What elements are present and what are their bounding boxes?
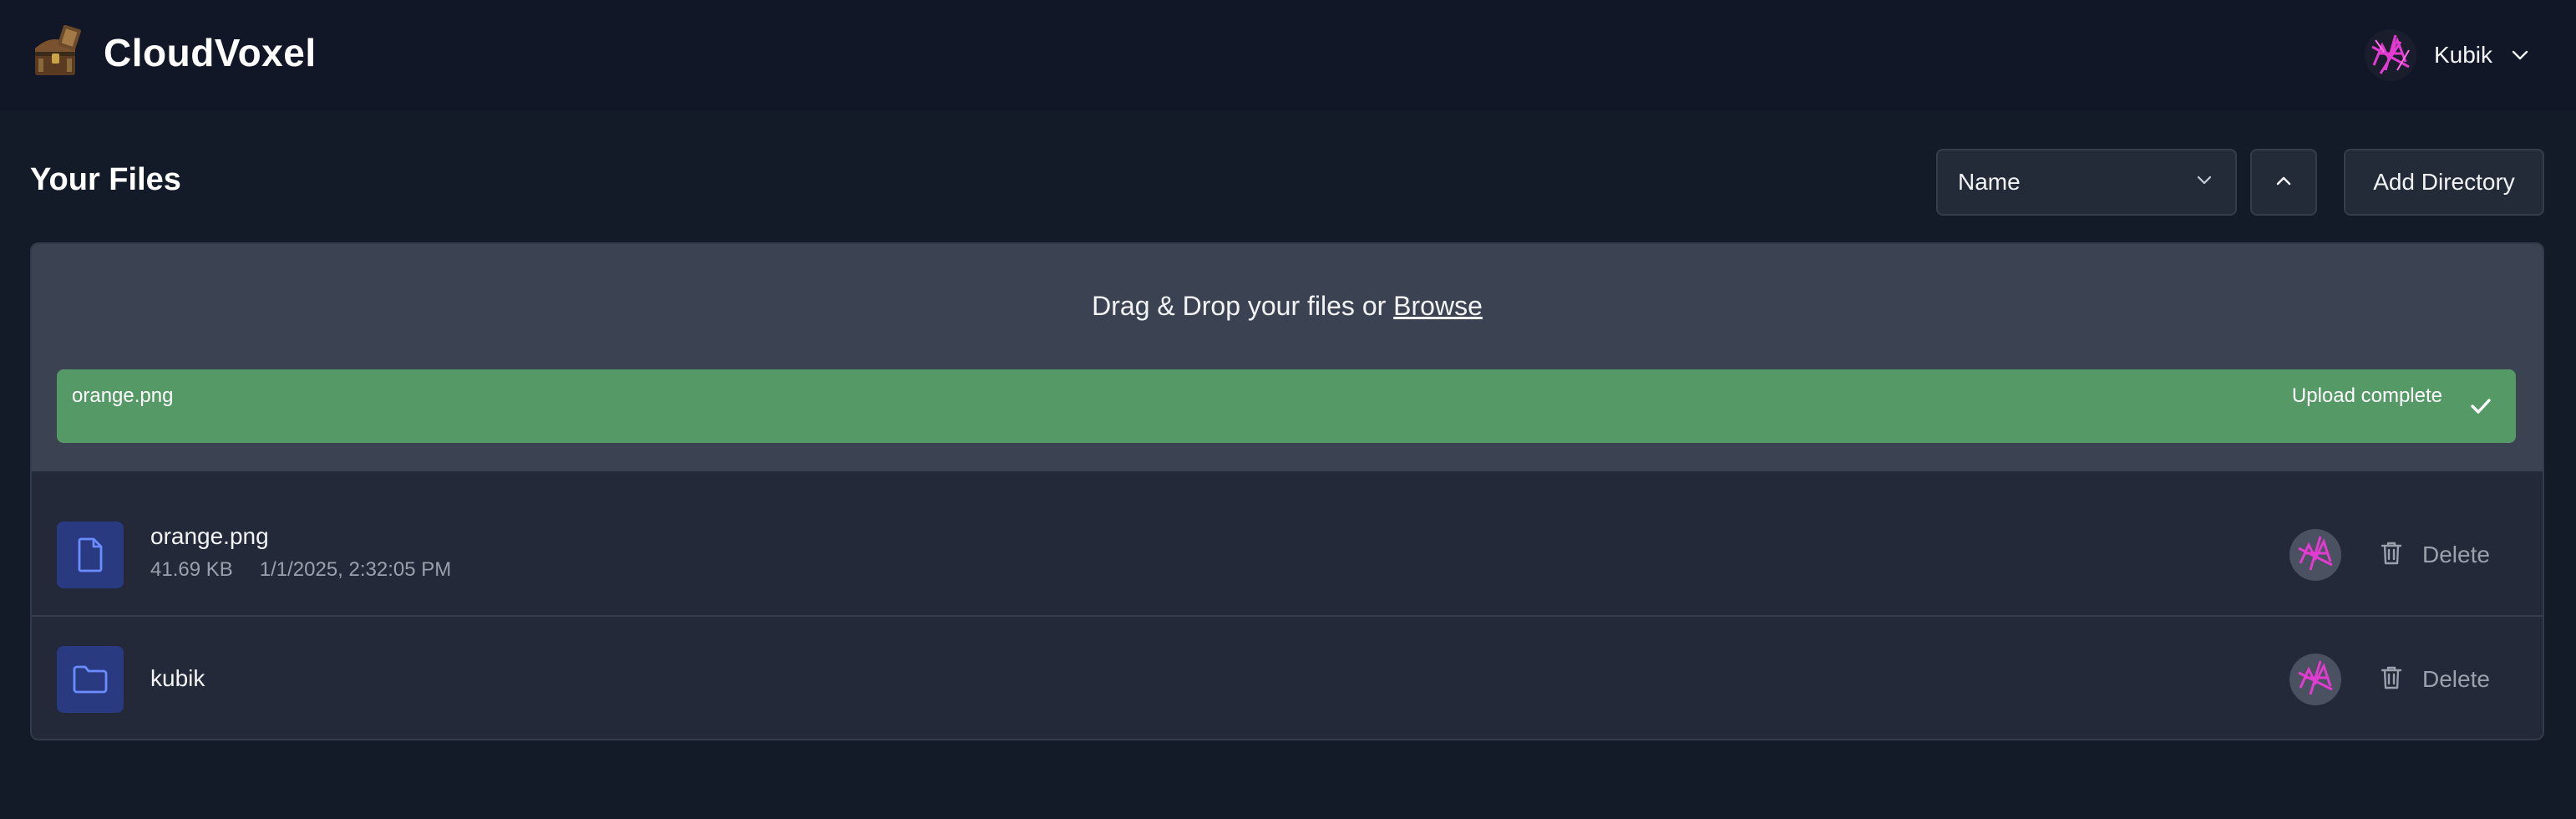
- user-name: Kubik: [2433, 42, 2492, 68]
- upload-progress-item: orange.png Upload complete: [57, 369, 2516, 443]
- chevron-down-icon: [2193, 170, 2215, 196]
- file-size: 41.69 KB: [150, 558, 233, 581]
- delete-button[interactable]: Delete: [2379, 540, 2490, 571]
- dropzone[interactable]: Drag & Drop your files or Browse orange.…: [32, 244, 2543, 471]
- folder-row[interactable]: kubik Delete: [32, 618, 2543, 739]
- upload-status: Upload complete: [2291, 384, 2442, 407]
- dropzone-text: Drag & Drop your files or Browse: [32, 291, 2543, 322]
- check-icon: [2466, 391, 2496, 421]
- user-avatar: [2364, 28, 2417, 82]
- top-bar: CloudVoxel Kubik: [0, 0, 2576, 110]
- owner-avatar: [2289, 528, 2342, 582]
- delete-label: Delete: [2422, 666, 2490, 692]
- folder-icon: [57, 646, 124, 713]
- app-title: CloudVoxel: [104, 31, 317, 74]
- treasure-chest-icon: [30, 24, 82, 80]
- upload-file-name: orange.png: [72, 384, 174, 407]
- dropzone-instruction: Drag & Drop your files or: [1092, 291, 1387, 321]
- add-directory-button[interactable]: Add Directory: [2344, 149, 2544, 216]
- browse-link[interactable]: Browse: [1393, 291, 1483, 321]
- sort-direction-button[interactable]: [2250, 149, 2317, 216]
- file-row[interactable]: orange.png 41.69 KB 1/1/2025, 2:32:05 PM…: [32, 495, 2543, 617]
- folder-name[interactable]: kubik: [150, 665, 205, 692]
- owner-avatar: [2289, 653, 2342, 706]
- sort-selected-value: Name: [1958, 169, 2021, 195]
- trash-icon: [2379, 540, 2404, 571]
- page-title: Your Files: [30, 162, 181, 197]
- file-name[interactable]: orange.png: [150, 523, 269, 550]
- file-meta: 41.69 KB 1/1/2025, 2:32:05 PM: [150, 558, 451, 582]
- chevron-up-icon: [2273, 170, 2295, 196]
- file-modified: 1/1/2025, 2:32:05 PM: [259, 558, 452, 581]
- user-menu[interactable]: Kubik: [2364, 25, 2531, 85]
- delete-label: Delete: [2422, 542, 2490, 567]
- trash-icon: [2379, 664, 2404, 695]
- delete-button[interactable]: Delete: [2379, 664, 2490, 695]
- chevron-down-icon: [2509, 44, 2531, 66]
- files-panel: Drag & Drop your files or Browse orange.…: [30, 242, 2544, 740]
- file-icon: [57, 521, 124, 588]
- sort-select[interactable]: Name: [1936, 149, 2237, 216]
